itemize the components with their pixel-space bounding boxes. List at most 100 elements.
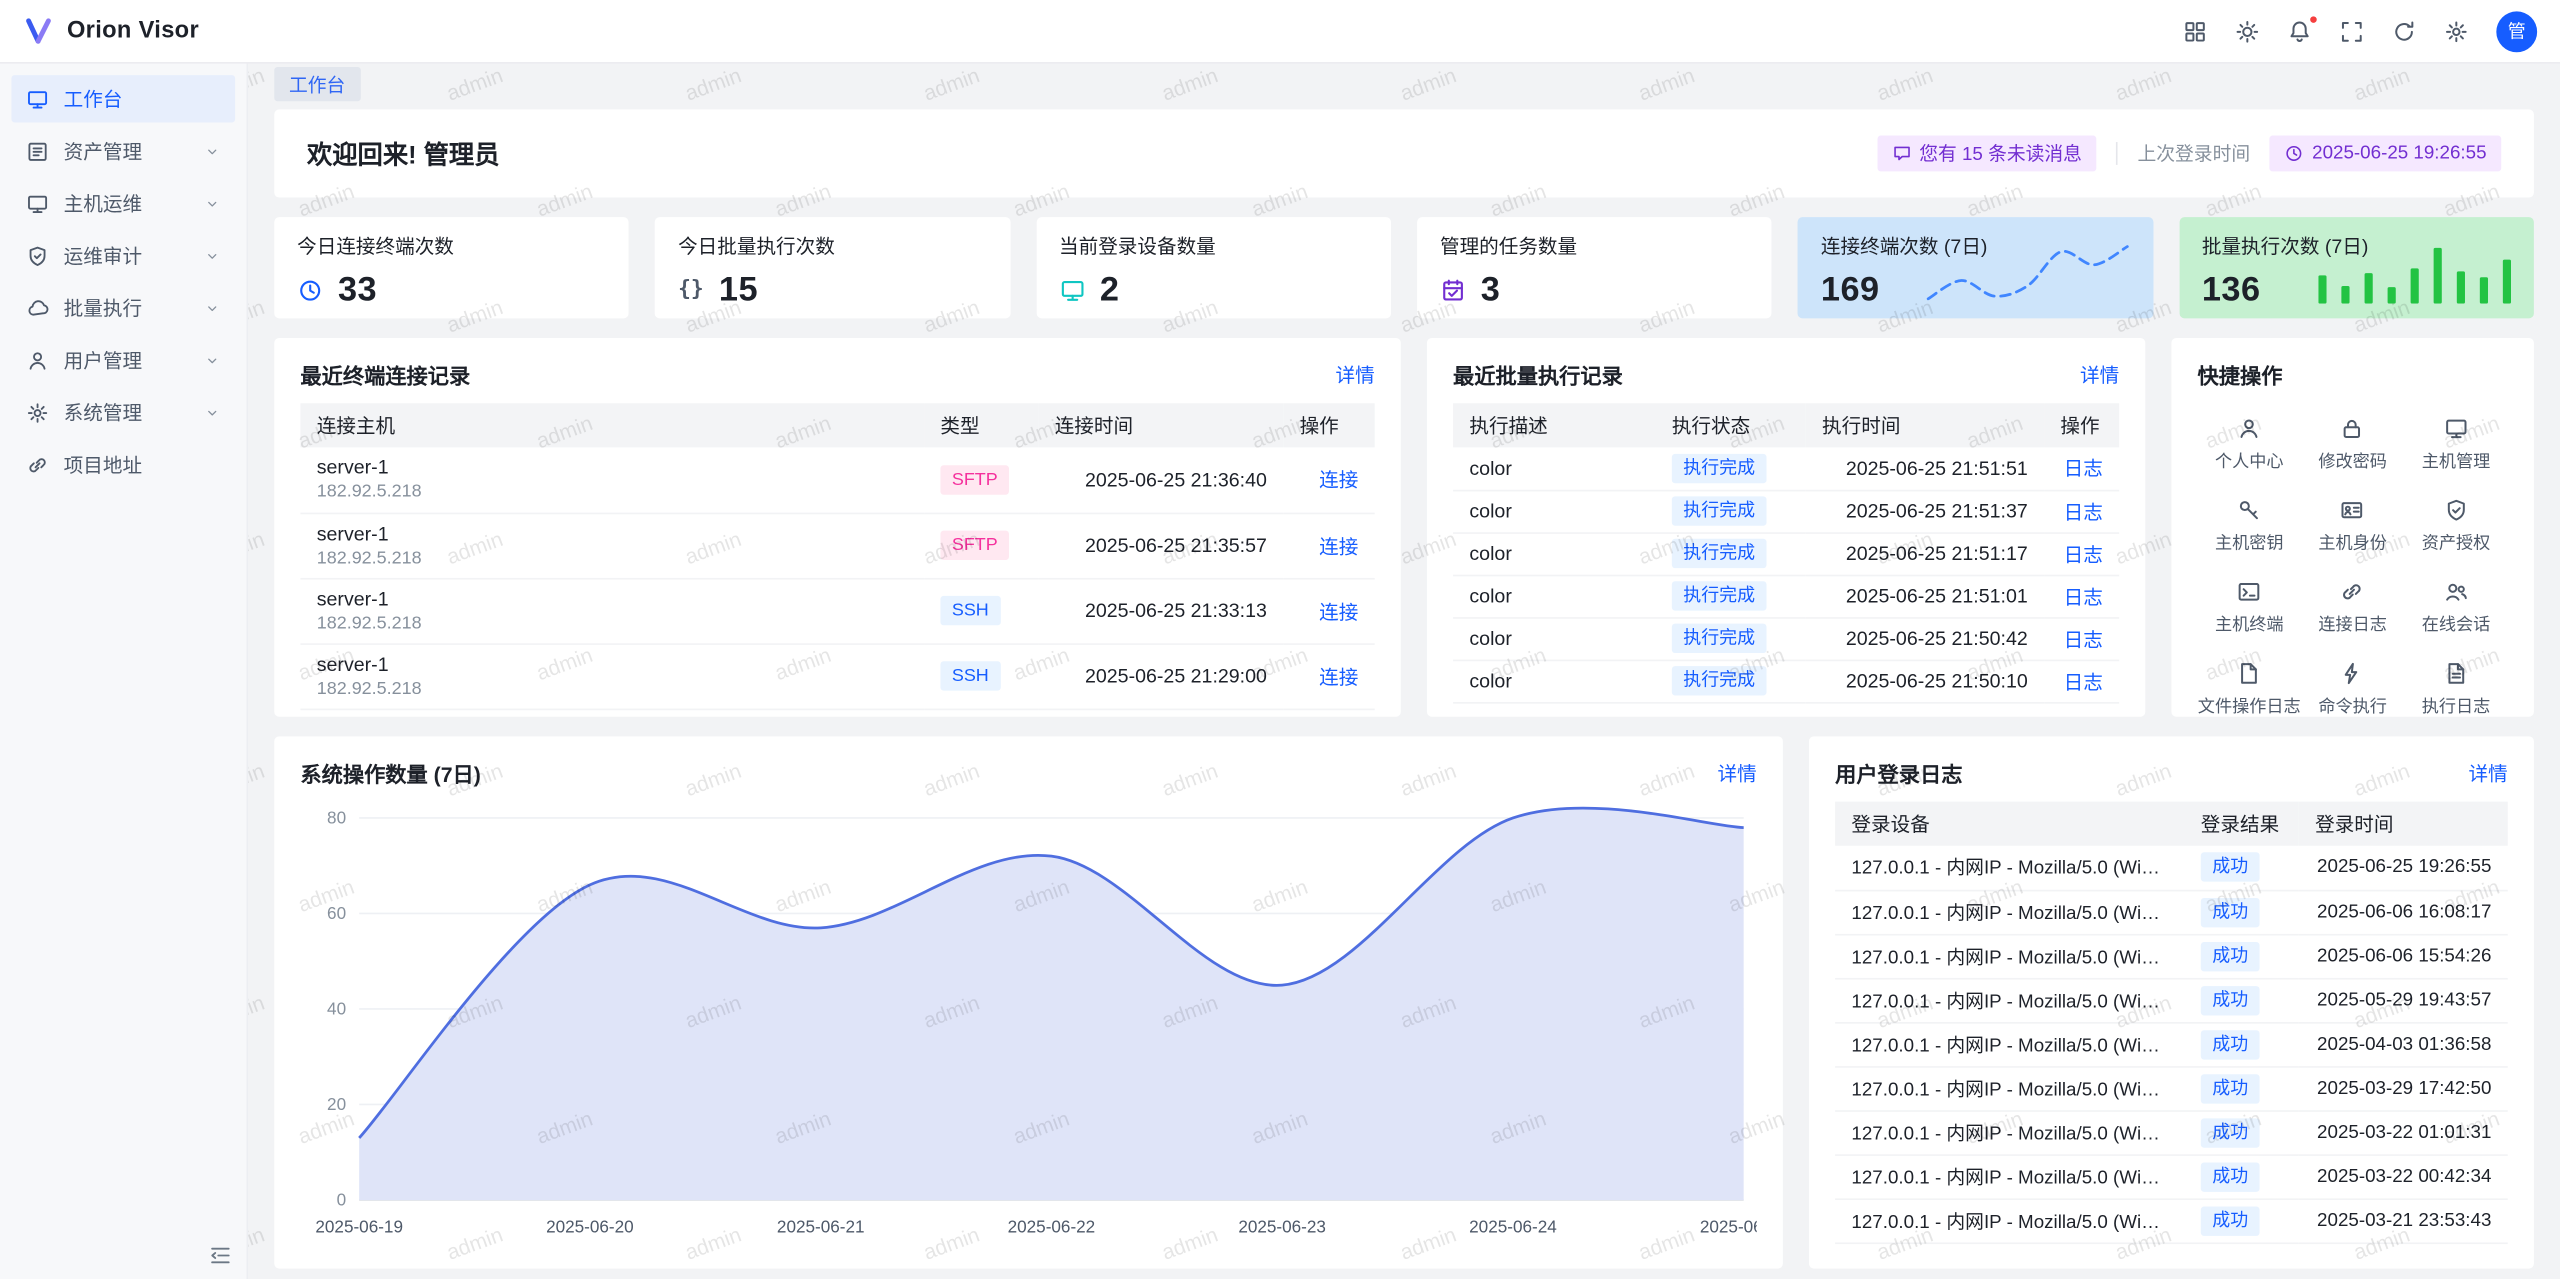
connect-link[interactable]: 连接 <box>1319 600 1358 623</box>
log-link[interactable]: 日志 <box>2064 458 2103 481</box>
login-table: 登录设备登录结果登录时间127.0.0.1 - 内网IP - Mozilla/5… <box>1835 802 2508 1244</box>
sidebar-item-assets[interactable]: 资产管理 <box>11 127 235 174</box>
quick-action-change-password[interactable]: 修改密码 <box>2301 416 2404 473</box>
quick-action-exec-log[interactable]: 执行日志 <box>2404 661 2507 717</box>
user-icon <box>26 349 49 372</box>
fold-icon <box>209 1244 232 1267</box>
stat-label: 今日连接终端次数 <box>297 232 606 260</box>
stat-label: 管理的任务数量 <box>1440 232 1749 260</box>
quick-action-host-key[interactable]: 主机密钥 <box>2198 498 2301 555</box>
host-name: server-1 <box>317 652 908 675</box>
audit-icon <box>26 244 49 267</box>
log-link[interactable]: 日志 <box>2064 628 2103 651</box>
terminal-row: server-1 182.92.5.218 SSH 2025-06-25 21:… <box>300 643 1374 708</box>
login-row: 127.0.0.1 - 内网IP - Mozilla/5.0 (Windows … <box>1835 846 2508 890</box>
sidebar-item-project-url[interactable]: 项目地址 <box>11 441 235 488</box>
stat-label: 当前登录设备数量 <box>1059 232 1368 260</box>
refresh-icon[interactable] <box>2392 19 2416 43</box>
stat-value: 15 <box>719 271 758 310</box>
column-header: 登录结果 <box>2184 802 2298 846</box>
login-result-badge: 成功 <box>2201 897 2260 926</box>
chevron-icon <box>204 143 220 159</box>
connect-link[interactable]: 连接 <box>1319 665 1358 688</box>
svg-text:2025-06-22: 2025-06-22 <box>1008 1217 1096 1237</box>
svg-text:2025-06-23: 2025-06-23 <box>1238 1217 1326 1237</box>
unread-messages-pill[interactable]: 您有 15 条未读消息 <box>1877 136 2097 172</box>
quick-action-label: 个人中心 <box>2215 449 2284 473</box>
app-logo[interactable]: Orion Visor <box>23 15 199 48</box>
quick-action-online-session[interactable]: 在线会话 <box>2404 580 2507 637</box>
login-row: 127.0.0.1 - 内网IP - Mozilla/5.0 (Windows … <box>1835 934 2508 978</box>
login-time: 2025-03-22 01:01:31 <box>2299 1110 2508 1154</box>
login-detail-link[interactable]: 详情 <box>2469 758 2508 786</box>
apps-icon <box>2183 19 2207 43</box>
exec-time: 2025-06-25 21:51:51 <box>1806 447 2044 489</box>
tab-workbench[interactable]: 工作台 <box>274 67 360 101</box>
log-link[interactable]: 日志 <box>2064 500 2103 523</box>
connect-link[interactable]: 连接 <box>1319 469 1358 492</box>
log-link[interactable]: 日志 <box>2064 670 2103 693</box>
exec-status-badge: 执行完成 <box>1672 666 1767 695</box>
quick-action-label: 修改密码 <box>2318 449 2387 473</box>
login-row: 127.0.0.1 - 内网IP - Mozilla/5.0 (Windows … <box>1835 1066 2508 1110</box>
svg-text:2025-06-24: 2025-06-24 <box>1469 1217 1557 1237</box>
sidebar-item-system-mgmt[interactable]: 系统管理 <box>11 389 235 436</box>
chart-detail-link[interactable]: 详情 <box>1718 758 1757 786</box>
quick-action-host-terminal[interactable]: 主机终端 <box>2198 580 2301 637</box>
key-icon <box>2237 498 2261 522</box>
user-avatar[interactable]: 管 <box>2496 11 2537 52</box>
quick-action-label: 命令执行 <box>2318 694 2387 717</box>
quick-action-asset-auth[interactable]: 资产授权 <box>2404 498 2507 555</box>
theme-toggle-icon[interactable] <box>2235 19 2259 43</box>
quick-action-label: 文件操作日志 <box>2198 694 2301 717</box>
batch-detail-link[interactable]: 详情 <box>2080 360 2119 388</box>
panel-title: 最近批量执行记录 <box>1453 358 1623 389</box>
quick-action-file-op-log[interactable]: 文件操作日志 <box>2198 661 2301 717</box>
sidebar-item-user-mgmt[interactable]: 用户管理 <box>11 336 235 383</box>
host-ip: 182.92.5.218 <box>317 482 908 503</box>
sidebar-item-label: 项目地址 <box>64 451 221 479</box>
header-actions: 管 <box>2183 11 2537 52</box>
exec-status-badge: 执行完成 <box>1672 496 1767 525</box>
sidebar-item-batch-exec[interactable]: 批量执行 <box>11 284 235 331</box>
sidebar-item-host-ops[interactable]: 主机运维 <box>11 180 235 227</box>
quick-action-host-identity[interactable]: 主机身份 <box>2301 498 2404 555</box>
quick-action-command-exec[interactable]: 命令执行 <box>2301 661 2404 717</box>
exec-time: 2025-06-25 21:51:17 <box>1806 532 2044 574</box>
login-result-badge: 成功 <box>2201 1162 2260 1191</box>
welcome-meta: 您有 15 条未读消息 上次登录时间 2025-06-25 19:26:55 <box>1877 136 2501 172</box>
quick-action-connect-log[interactable]: 连接日志 <box>2301 580 2404 637</box>
terminal-table-header: 连接主机类型连接时间操作 <box>300 403 1374 447</box>
panel-title: 用户登录日志 <box>1835 757 1962 788</box>
user-icon <box>2237 416 2261 440</box>
quick-action-personal-center[interactable]: 个人中心 <box>2198 416 2301 473</box>
svg-text:20: 20 <box>327 1094 346 1114</box>
fullscreen-icon[interactable] <box>2340 19 2364 43</box>
notifications-icon[interactable] <box>2287 19 2311 43</box>
quick-actions-grid: 个人中心 修改密码 主机管理主机密钥主机身份资产授权主机终端连接日志在线会话文件操作… <box>2198 403 2508 716</box>
connect-time: 2025-06-25 21:36:40 <box>1038 447 1283 512</box>
quick-action-host-manage[interactable]: 主机管理 <box>2404 416 2507 473</box>
connect-link[interactable]: 连接 <box>1319 535 1358 558</box>
login-row: 127.0.0.1 - 内网IP - Mozilla/5.0 (Windows … <box>1835 1154 2508 1198</box>
column-header: 操作 <box>1283 403 1374 447</box>
apps-icon[interactable] <box>2183 19 2207 43</box>
stat-value: 33 <box>338 271 377 310</box>
sidebar-item-workbench[interactable]: 工作台 <box>11 75 235 122</box>
login-device: 127.0.0.1 - 内网IP - Mozilla/5.0 (Windows … <box>1835 1154 2184 1198</box>
stat-value: 136 <box>2202 271 2261 310</box>
log-link[interactable]: 日志 <box>2064 585 2103 608</box>
terminal-row: server-1 182.92.5.218 SFTP 2025-06-25 21… <box>300 447 1374 512</box>
batch-table: 执行描述执行状态执行时间操作color 执行完成 2025-06-25 21:5… <box>1453 403 2119 703</box>
column-header: 操作 <box>2044 403 2119 447</box>
app-title: Orion Visor <box>67 18 199 44</box>
login-result-badge: 成功 <box>2201 1029 2260 1058</box>
terminal-detail-link[interactable]: 详情 <box>1335 360 1374 388</box>
sidebar-item-ops-audit[interactable]: 运维审计 <box>11 232 235 279</box>
sidebar-collapse-icon[interactable] <box>209 1244 232 1267</box>
settings-icon[interactable] <box>2444 19 2468 43</box>
svg-text:2025-06-21: 2025-06-21 <box>777 1217 865 1237</box>
stats-row: 今日连接终端次数 33 今日批量执行次数 {} 15 当前登录设备数量 2 管理… <box>274 217 2534 318</box>
quick-action-label: 主机管理 <box>2422 449 2491 473</box>
log-link[interactable]: 日志 <box>2064 543 2103 566</box>
